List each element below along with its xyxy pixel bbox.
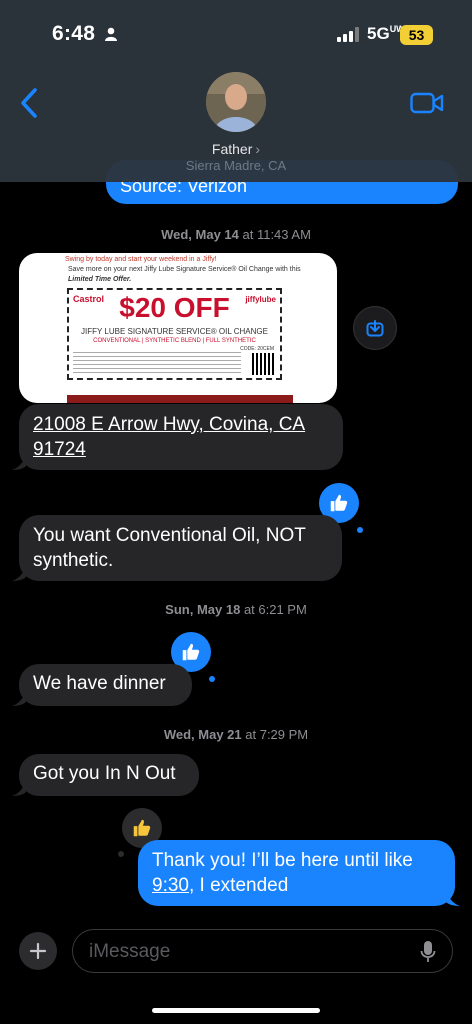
plus-icon [29, 942, 47, 960]
message-input-placeholder: iMessage [89, 941, 171, 962]
tapback-dot [118, 851, 124, 857]
bubble-tail [12, 567, 26, 581]
message-bubble-outgoing[interactable]: Thank you! I’ll be here until like 9:30,… [138, 840, 455, 906]
timestamp: Wed, May 14 at 11:43 AM [161, 227, 311, 242]
tapback-dot [357, 527, 363, 533]
status-bar: 6:48 5GUW 53 [0, 0, 472, 62]
message-bubble-incoming[interactable]: 21008 E Arrow Hwy, Covina, CA 91724 [19, 404, 343, 470]
signal-icon [337, 27, 359, 42]
time-link[interactable]: 9:30 [152, 875, 189, 896]
chevron-right-icon: › [255, 141, 261, 157]
message-bubble-incoming[interactable]: Got you In N Out [19, 754, 199, 796]
download-icon [366, 320, 384, 337]
tapback-dot [209, 676, 215, 682]
add-attachment-button[interactable] [19, 932, 57, 970]
video-camera-icon[interactable] [410, 92, 444, 114]
avatar[interactable] [206, 72, 266, 132]
avatar-photo [206, 72, 266, 132]
timestamp: Sun, May 18 at 6:21 PM [165, 602, 307, 617]
contact-location: Sierra Madre, CA [185, 158, 287, 173]
message-bubble-incoming[interactable]: You want Conventional Oil, NOT synthetic… [19, 515, 342, 581]
message-bubble-incoming[interactable]: We have dinner [19, 664, 192, 706]
timestamp: Wed, May 21 at 7:29 PM [163, 727, 309, 742]
castrol-logo: Castrol [73, 294, 105, 304]
footer-bar [67, 395, 293, 403]
microphone-icon[interactable] [420, 940, 436, 964]
message-input[interactable]: iMessage [72, 929, 453, 973]
chevron-left-icon[interactable] [16, 86, 42, 120]
contact-name[interactable]: Father › [0, 141, 472, 157]
barcode-icon [252, 353, 274, 375]
address-link-zip[interactable]: 91724 [33, 437, 329, 462]
bubble-tail [12, 692, 26, 706]
bubble-tail [12, 456, 26, 470]
image-attachment[interactable]: Swing by today and start your weekend in… [19, 253, 337, 403]
person-icon [105, 27, 117, 41]
home-indicator[interactable] [152, 1008, 320, 1013]
save-attachment-button[interactable] [353, 306, 397, 350]
thumbs-up-icon [182, 643, 200, 661]
thumbs-up-icon [330, 494, 348, 512]
jiffy-lube-logo: jiffylube [245, 295, 276, 304]
status-time: 6:48 [52, 22, 96, 45]
thumbs-up-emoji-icon [133, 819, 151, 837]
coupon: $20 OFF Castrol jiffylube JIFFY LUBE SIG… [67, 288, 282, 380]
fine-print [73, 352, 241, 376]
bubble-tail [12, 782, 26, 796]
bubble-tail [446, 892, 460, 906]
battery-badge: 53 [400, 25, 433, 45]
address-link[interactable]: 21008 E Arrow Hwy, Covina, CA [33, 412, 329, 437]
